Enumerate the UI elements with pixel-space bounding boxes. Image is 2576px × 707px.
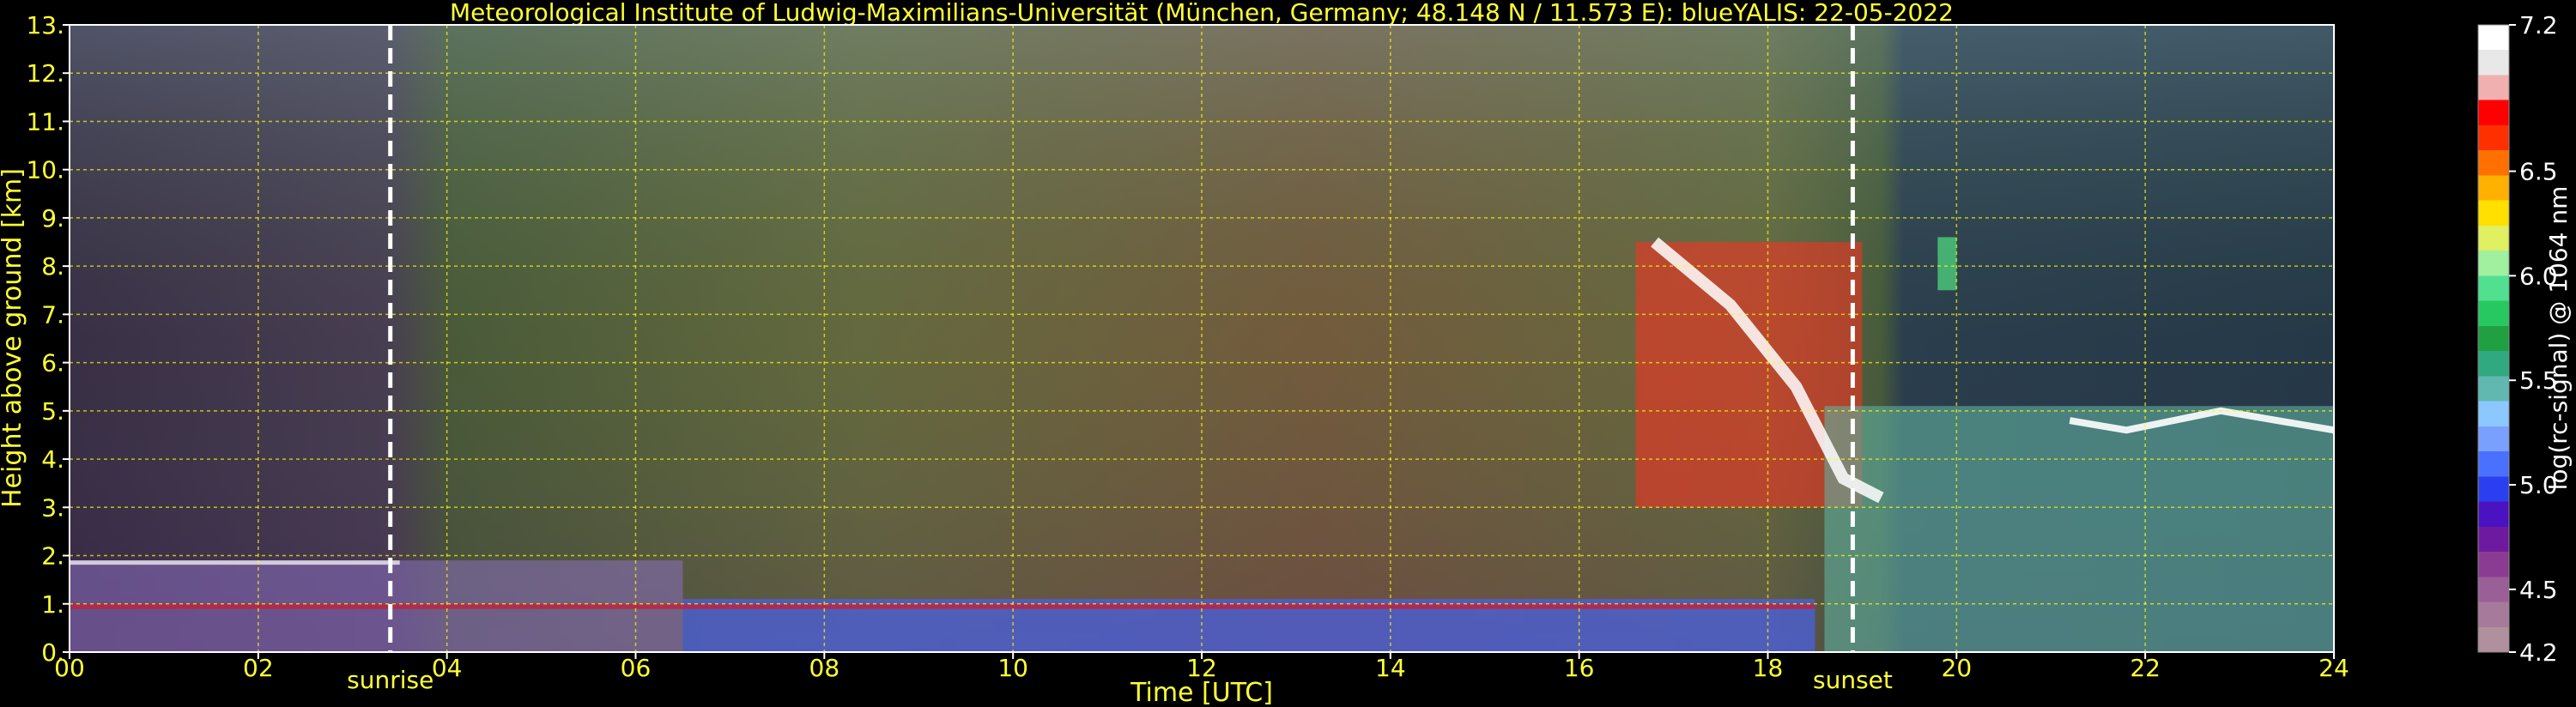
y-axis-label: Height above ground [km] xyxy=(0,168,27,508)
lidar-quicklook: Meteorological Institute of Ludwig-Maxim… xyxy=(0,0,2573,707)
x-tick-label: 02 xyxy=(243,654,274,682)
y-tick-label: 1. xyxy=(41,590,64,619)
colorbar-tick-label: 6.5 xyxy=(2519,158,2558,186)
y-tick-label: 2. xyxy=(41,542,64,571)
feature-residual-layer xyxy=(70,603,1815,609)
chart-title: Meteorological Institute of Ludwig-Maxim… xyxy=(450,0,1954,27)
y-tick-label: 10. xyxy=(26,156,64,184)
x-tick-label: 08 xyxy=(809,654,840,682)
y-tick-label: 3. xyxy=(41,493,64,522)
x-tick-label: 24 xyxy=(2318,654,2349,682)
y-tick-label: 13. xyxy=(26,11,64,39)
y-tick-label: 4. xyxy=(41,445,64,474)
plot-area xyxy=(70,25,2334,652)
y-tick-label: 5. xyxy=(41,397,64,426)
colorbar-gradient xyxy=(2477,24,2510,653)
colorbar-label: log(rc-signal) @ 1064 nm xyxy=(2544,186,2573,491)
x-tick-label: 16 xyxy=(1564,654,1595,682)
feature-bl-top xyxy=(70,560,400,565)
colorbar: 4.24.55.05.56.06.57.2 log(rc-signal) @ 1… xyxy=(2477,11,2573,667)
colorbar-tick-label: 7.2 xyxy=(2519,11,2558,39)
y-tick-label: 0. xyxy=(41,638,64,667)
feature-cloud-at-8-km xyxy=(1937,237,1957,291)
y-tick-label: 8. xyxy=(41,252,64,281)
x-tick-label: 20 xyxy=(1942,654,1973,682)
sunrise-label: sunrise xyxy=(347,666,433,694)
x-tick-label: 10 xyxy=(997,654,1028,682)
y-tick-label: 9. xyxy=(41,204,64,233)
y-tick-label: 12. xyxy=(26,59,64,88)
y-tick-label: 11. xyxy=(26,107,64,136)
colorbar-tick-label: 4.2 xyxy=(2519,638,2558,667)
x-tick-label: 22 xyxy=(2130,654,2161,682)
x-tick-label: 06 xyxy=(621,654,652,682)
colorbar-tick-label: 4.5 xyxy=(2519,576,2558,604)
x-axis-label: Time [UTC] xyxy=(1130,678,1273,707)
x-tick-label: 18 xyxy=(1753,654,1784,682)
sunset-label: sunset xyxy=(1813,666,1893,694)
x-tick-label: 14 xyxy=(1375,654,1406,682)
y-tick-label: 6. xyxy=(41,349,64,378)
y-tick-label: 7. xyxy=(41,300,64,329)
feature-low-clouds xyxy=(1824,406,2334,652)
x-tick-label: 04 xyxy=(432,654,463,682)
